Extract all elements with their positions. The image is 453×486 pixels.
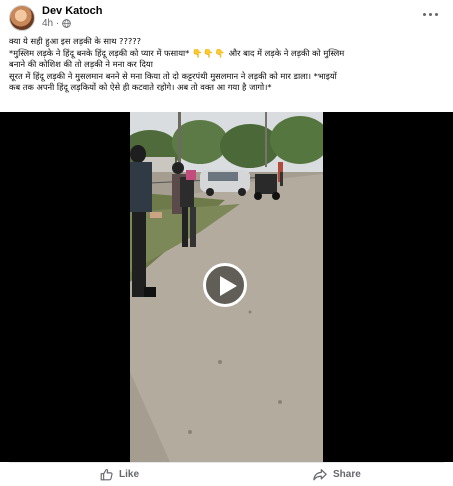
- avatar[interactable]: [9, 5, 35, 31]
- author-name[interactable]: Dev Katoch: [42, 5, 103, 17]
- share-button[interactable]: Share: [313, 463, 361, 486]
- post-meta: 4h ·: [42, 18, 72, 29]
- post-actions: Like Share: [0, 463, 453, 486]
- share-arrow-icon: [313, 469, 327, 481]
- like-button[interactable]: Like: [100, 463, 139, 486]
- video-player[interactable]: [0, 112, 453, 462]
- timestamp[interactable]: 4h ·: [42, 18, 59, 29]
- thumbs-up-icon: [100, 468, 113, 481]
- share-label: Share: [333, 469, 361, 480]
- post-text: क्या ये सही हुआ इस लड़की के साथ ????? *म…: [9, 36, 445, 93]
- globe-icon: [62, 19, 72, 28]
- play-button[interactable]: [203, 263, 247, 307]
- facebook-post: Dev Katoch 4h · क्या ये सही हुआ इस लड़की…: [0, 0, 453, 486]
- text-line: क्या ये सही हुआ इस लड़की के साथ ?????: [9, 36, 142, 46]
- text-line: *मुस्लिम लड़के ने हिंदू बनके हिंदू लड़की…: [9, 48, 345, 59]
- text-line: सूरत में हिंदू लड़की ने मुसलमान बनने से …: [9, 70, 337, 81]
- pointing-hands-emoji: 👇👇👇: [191, 48, 226, 59]
- more-options-icon[interactable]: [419, 6, 441, 22]
- post-header: Dev Katoch 4h ·: [0, 0, 453, 34]
- like-label: Like: [119, 469, 140, 480]
- text-line: बनाने की कोशिश की तो लड़की ने मना कर दिय…: [9, 59, 153, 70]
- text-line: कब तक अपनी हिंदू लड़कियों को ऐसे ही कटवा…: [9, 81, 272, 92]
- play-icon: [220, 276, 237, 296]
